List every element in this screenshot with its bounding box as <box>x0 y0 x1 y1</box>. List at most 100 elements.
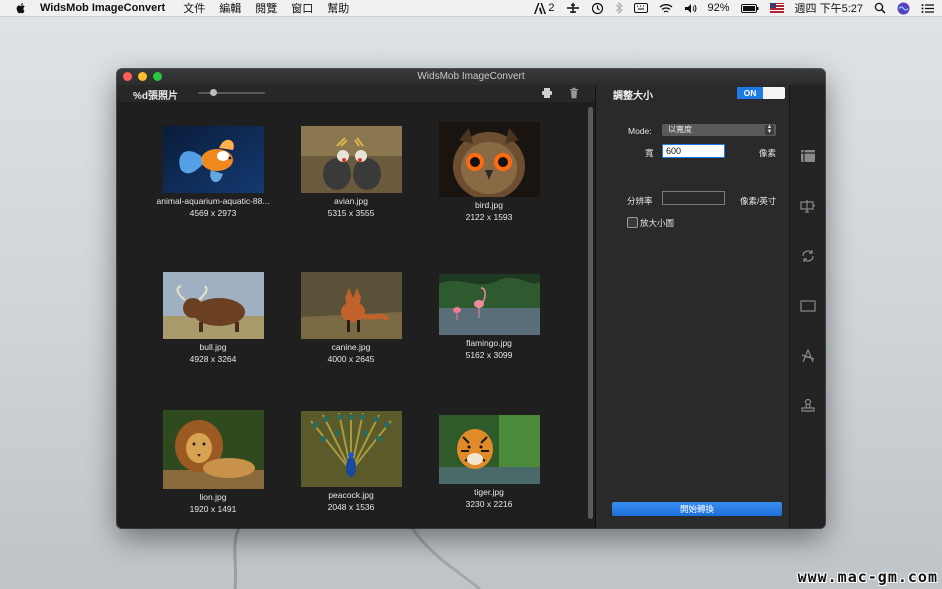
gallery-scrollbar[interactable] <box>588 107 593 519</box>
photo-filename: flamingo.jpg <box>466 338 512 348</box>
menu-edit[interactable]: 編輯 <box>219 0 241 16</box>
photo-item[interactable]: flamingo.jpg 5162 x 3099 <box>420 274 558 360</box>
photo-filename: animal-aquarium-aquatic-88... <box>156 196 270 206</box>
photo-gallery: animal-aquarium-aquatic-88... 4569 x 297… <box>117 102 587 528</box>
window-titlebar[interactable]: WidsMob ImageConvert <box>117 69 825 85</box>
start-convert-button[interactable]: 開始轉換 <box>612 502 782 516</box>
trash-icon[interactable] <box>568 87 580 99</box>
enlarge-small-images-label: 放大小圖 <box>640 218 675 228</box>
photo-dimensions: 4928 x 3264 <box>189 354 237 364</box>
resolution-label: 分辨率 <box>627 196 653 206</box>
photo-filename: tiger.jpg <box>474 487 504 497</box>
resolution-input[interactable] <box>662 191 725 205</box>
menu-file[interactable]: 文件 <box>183 0 205 16</box>
volume-icon[interactable] <box>684 3 697 14</box>
airplane-icon[interactable] <box>566 2 580 14</box>
gallery-toolbar: %d張照片 <box>117 85 596 102</box>
app-name-menu[interactable]: WidsMob ImageConvert <box>40 2 165 14</box>
width-label: 寬 <box>645 148 654 158</box>
border-tool-icon[interactable] <box>800 298 816 314</box>
resize-tool-icon[interactable] <box>800 148 816 164</box>
mode-label: Mode: <box>628 126 652 136</box>
width-unit-label: 像素 <box>759 148 777 158</box>
highland-bull-thumbnail[interactable] <box>162 272 264 339</box>
us-flag-icon[interactable] <box>769 3 784 13</box>
text-watermark-tool-icon[interactable] <box>800 198 816 214</box>
minimize-window-button[interactable] <box>138 72 147 81</box>
photo-dimensions: 2048 x 1536 <box>327 502 375 512</box>
photo-dimensions: 5162 x 3099 <box>465 350 513 360</box>
panel-title: 調整大小 <box>613 91 653 102</box>
photo-item[interactable]: bull.jpg 4928 x 3264 <box>144 272 282 364</box>
photo-filename: bird.jpg <box>475 200 503 210</box>
desktop-wallpaper-cable <box>233 525 481 589</box>
photo-item[interactable]: bird.jpg 2122 x 1593 <box>420 122 558 222</box>
keyboard-icon[interactable] <box>633 3 648 13</box>
notification-center-icon[interactable] <box>921 3 934 14</box>
spotlight-search-icon[interactable] <box>874 2 886 14</box>
time-machine-icon[interactable] <box>591 2 604 15</box>
resize-settings-panel: 調整大小 ON Mode: 以寬度 ▲ ▼ 寬 600 像素 分辨率 像素/英寸 … <box>596 85 789 528</box>
photo-item[interactable]: peacock.jpg 2048 x 1536 <box>282 411 420 512</box>
app-window: WidsMob ImageConvert %d張照片 animal-aquari… <box>117 69 825 528</box>
input-method-indicator[interactable]: 2 <box>534 2 555 14</box>
photo-filename: avian.jpg <box>333 196 369 206</box>
chevron-up-down-icon: ▲ ▼ <box>765 124 774 135</box>
resize-toggle[interactable]: ON <box>737 87 785 99</box>
photo-filename: lion.jpg <box>199 492 227 502</box>
menubar: WidsMob ImageConvert 文件 編輯 閱覽 窗口 幫助 2 92… <box>0 0 942 17</box>
photo-dimensions: 4000 x 2645 <box>327 354 375 364</box>
site-watermark: www.mac-gm.com <box>797 568 938 586</box>
toggle-on-label: ON <box>737 87 763 99</box>
window-title: WidsMob ImageConvert <box>417 71 525 82</box>
siri-icon[interactable] <box>897 2 910 15</box>
stamp-tool-icon[interactable] <box>800 398 816 414</box>
goldfish-thumbnail[interactable] <box>162 126 264 193</box>
tool-rail <box>789 85 825 528</box>
thumbnail-size-slider-thumb[interactable] <box>210 89 217 96</box>
photo-item[interactable]: animal-aquarium-aquatic-88... 4569 x 297… <box>144 126 282 218</box>
adobe-icon <box>534 2 547 14</box>
peacock-thumbnail[interactable] <box>300 411 402 487</box>
fox-thumbnail[interactable] <box>300 272 402 339</box>
bluetooth-icon[interactable] <box>615 2 623 14</box>
lion-thumbnail[interactable] <box>162 410 264 489</box>
tiger-thumbnail[interactable] <box>438 415 540 484</box>
photo-item[interactable]: avian.jpg 5315 x 3555 <box>282 126 420 218</box>
mode-select-value: 以寬度 <box>668 125 692 134</box>
photo-filename: bull.jpg <box>199 342 227 352</box>
zoom-window-button[interactable] <box>153 72 162 81</box>
rename-tool-icon[interactable] <box>800 348 816 364</box>
battery-icon[interactable] <box>740 3 759 13</box>
photo-dimensions: 1920 x 1491 <box>189 504 237 514</box>
photo-item[interactable]: lion.jpg 1920 x 1491 <box>144 410 282 514</box>
enlarge-small-images-checkbox[interactable] <box>627 217 638 228</box>
print-icon[interactable] <box>541 87 553 99</box>
photo-dimensions: 2122 x 1593 <box>465 212 513 222</box>
photo-item[interactable]: tiger.jpg 3230 x 2216 <box>420 415 558 509</box>
battery-percent: 92% <box>707 2 730 14</box>
photo-dimensions: 4569 x 2973 <box>189 208 237 218</box>
close-window-button[interactable] <box>123 72 132 81</box>
width-input[interactable]: 600 <box>662 144 725 158</box>
owl-thumbnail[interactable] <box>438 122 540 197</box>
wifi-icon[interactable] <box>659 3 673 14</box>
mode-select[interactable]: 以寬度 ▲ ▼ <box>662 124 776 136</box>
thumbnail-size-slider[interactable] <box>198 92 265 94</box>
apple-icon[interactable] <box>14 1 28 15</box>
width-input-value: 600 <box>666 146 682 156</box>
clock[interactable]: 週四 下午5:27 <box>795 0 863 16</box>
resolution-unit-label: 像素/英寸 <box>740 196 777 206</box>
flamingo-thumbnail[interactable] <box>438 274 540 335</box>
menu-window[interactable]: 窗口 <box>291 0 313 16</box>
photo-count-label: %d張照片 <box>133 91 178 102</box>
photo-item[interactable]: canine.jpg 4000 x 2645 <box>282 272 420 364</box>
crane-birds-thumbnail[interactable] <box>300 126 402 193</box>
photo-dimensions: 3230 x 2216 <box>465 499 513 509</box>
menu-view[interactable]: 閱覽 <box>255 0 277 16</box>
photo-filename: peacock.jpg <box>328 490 374 500</box>
photo-dimensions: 5315 x 3555 <box>327 208 375 218</box>
photo-filename: canine.jpg <box>331 342 371 352</box>
menu-help[interactable]: 幫助 <box>327 0 349 16</box>
rotate-tool-icon[interactable] <box>800 248 816 264</box>
